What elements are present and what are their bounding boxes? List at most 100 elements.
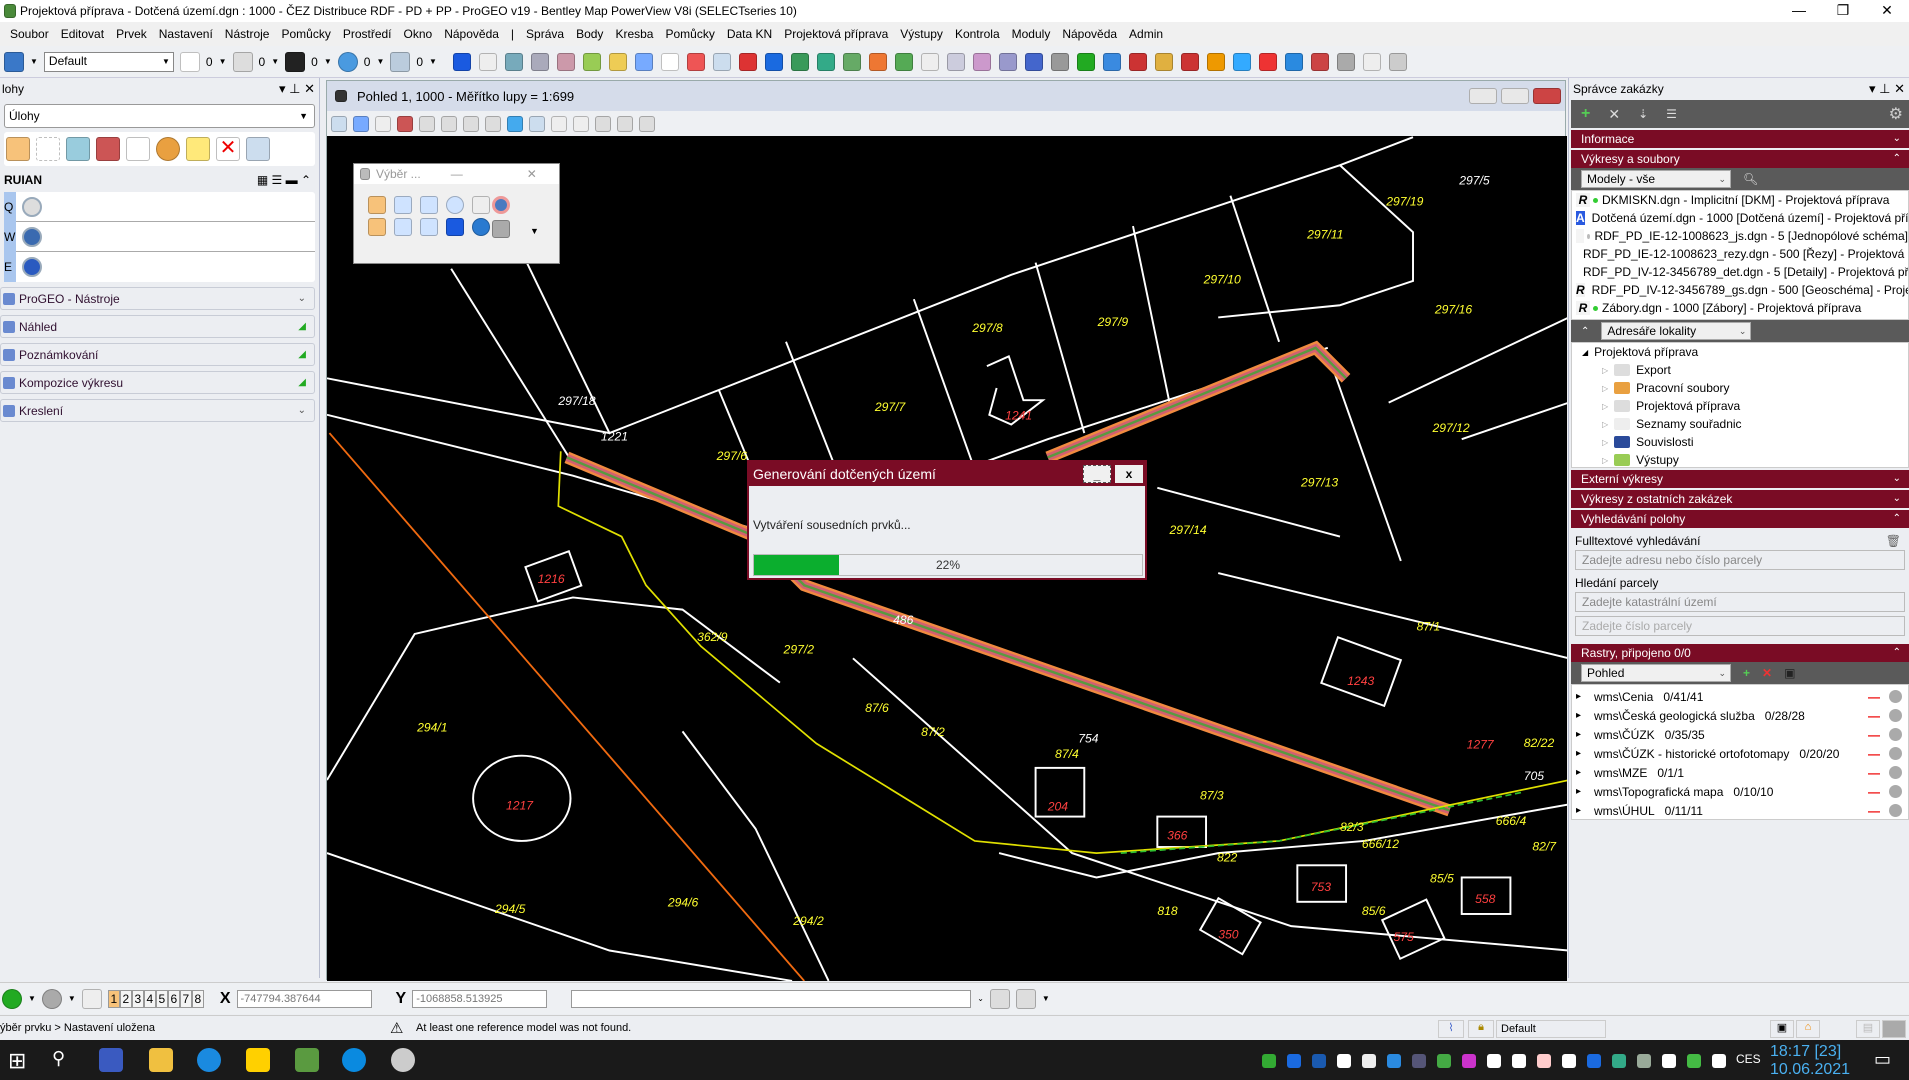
tray-icon[interactable] — [1662, 1054, 1676, 1068]
menu-item[interactable]: Body — [576, 27, 603, 41]
view-number-button[interactable]: 6 — [167, 989, 180, 1008]
view-attributes-icon[interactable] — [331, 115, 347, 132]
notifications-icon[interactable]: ▭ — [1874, 1049, 1891, 1070]
taskbar-app-skype[interactable] — [342, 1048, 366, 1072]
tree-item[interactable]: ▷ Export — [1572, 361, 1908, 379]
x-coordinate-input[interactable]: -747794.387644 — [236, 989, 372, 1008]
snap-icon[interactable] — [989, 988, 1010, 1009]
tray-icon[interactable] — [1687, 1054, 1701, 1068]
copy-view-icon[interactable] — [595, 115, 611, 132]
lights-icon[interactable] — [375, 115, 391, 132]
toolbar-tool-icon[interactable] — [582, 52, 601, 71]
subtract-icon[interactable] — [420, 218, 438, 236]
save-icon[interactable]: ▣ — [1784, 666, 1795, 680]
menu-item[interactable]: Nápověda — [1062, 27, 1117, 41]
taskbar-app-paint[interactable] — [391, 1048, 415, 1072]
menu-item[interactable]: Nápověda — [444, 27, 499, 41]
rotate-icon[interactable] — [507, 115, 523, 132]
save-status-icon[interactable]: ▣ — [1770, 1020, 1794, 1038]
tray-icon[interactable] — [1387, 1054, 1401, 1068]
close-button[interactable]: ✕ — [1865, 0, 1909, 22]
tray-icon[interactable] — [1312, 1054, 1326, 1068]
scale-icon[interactable] — [126, 137, 150, 161]
toolbar-tool-icon[interactable] — [790, 52, 809, 71]
tray-icon[interactable] — [1337, 1054, 1351, 1068]
tray-icon[interactable] — [1537, 1054, 1551, 1068]
remove-icon[interactable]: — — [1868, 728, 1880, 742]
back-icon[interactable] — [2, 988, 22, 1009]
gear-icon[interactable] — [1889, 747, 1902, 760]
dialog-close-button[interactable]: x — [1115, 465, 1143, 483]
document-icon[interactable]: ▤ — [1856, 1020, 1880, 1038]
view-number-button[interactable]: 5 — [155, 989, 168, 1008]
view-restore-button[interactable] — [1501, 88, 1529, 104]
attach-badge[interactable]: R — [1576, 301, 1590, 315]
menu-item[interactable]: Správa — [526, 27, 564, 41]
raster-item[interactable]: wms\MZE0/1/1— — [1572, 763, 1908, 782]
band-search[interactable]: Vyhledávání polohy ⌃ — [1571, 510, 1909, 528]
line-weight-icon[interactable] — [285, 51, 306, 72]
drawing-item[interactable]: RDF_PD_IE-12-1008623_js.dgn - 5 [Jednopó… — [1572, 227, 1908, 245]
toolbar-tool-icon[interactable] — [452, 52, 471, 71]
transparency-icon[interactable] — [337, 51, 358, 72]
tray-icon[interactable] — [1262, 1054, 1276, 1068]
user-icon[interactable] — [1882, 1020, 1906, 1038]
remove-raster-icon[interactable]: ✕ — [1762, 666, 1772, 680]
band-info[interactable]: Informace ⌄ — [1571, 130, 1909, 148]
toolbar-tool-icon[interactable] — [738, 52, 757, 71]
band-other[interactable]: Výkresy z ostatních zakázek ⌄ — [1571, 490, 1909, 508]
tray-icon[interactable] — [1712, 1054, 1726, 1068]
view-minimize-button[interactable] — [1469, 88, 1497, 104]
sort-icon[interactable]: ⇣ — [1638, 107, 1648, 121]
taskbar-app-edge[interactable] — [197, 1048, 221, 1072]
clear-selection-icon[interactable] — [492, 196, 510, 214]
toolbar-tool-icon[interactable] — [1128, 52, 1147, 71]
toolbar-tool-icon[interactable] — [920, 52, 939, 71]
locate-icon[interactable] — [1015, 988, 1036, 1009]
language-indicator[interactable]: CES — [1736, 1052, 1761, 1066]
toolbar-tool-icon[interactable] — [686, 52, 705, 71]
toolbar-tool-icon[interactable] — [1284, 52, 1303, 71]
remove-icon[interactable]: — — [1868, 690, 1880, 704]
tree-root[interactable]: Projektová příprava — [1594, 345, 1698, 359]
menu-item[interactable]: Výstupy — [900, 27, 943, 41]
remove-icon[interactable]: — — [1868, 785, 1880, 799]
home-icon[interactable]: ⌂ — [1796, 1020, 1820, 1038]
bulb-icon[interactable] — [186, 137, 210, 161]
dirs-select[interactable]: Adresáře lokality ⌄ — [1601, 322, 1752, 340]
taskbar-app-save[interactable] — [99, 1048, 123, 1072]
y-coordinate-input[interactable]: -1068858.513925 — [412, 989, 548, 1008]
tree-item[interactable]: ▷ Výstupy — [1572, 451, 1908, 467]
drawing-item[interactable]: R Zábory.dgn - 1000 [Zábory] - Projektová… — [1572, 299, 1908, 317]
remove-icon[interactable]: — — [1868, 747, 1880, 761]
tray-icon[interactable] — [1287, 1054, 1301, 1068]
more-dropdown-icon[interactable]: ▼ — [530, 226, 539, 236]
tray-icon[interactable] — [1362, 1054, 1376, 1068]
active-model[interactable]: Default — [1496, 1020, 1606, 1038]
toolbar-tool-icon[interactable] — [556, 52, 575, 71]
gear-icon[interactable] — [1889, 690, 1902, 703]
toolbar-tool-icon[interactable] — [998, 52, 1017, 71]
zoom-in-icon[interactable] — [419, 115, 435, 132]
menu-item[interactable]: Editovat — [61, 27, 104, 41]
clock-date[interactable]: 10.06.2021 — [1770, 1061, 1850, 1079]
add-raster-icon[interactable]: + — [1743, 666, 1750, 680]
ruian-tool-q[interactable]: Q — [4, 191, 315, 222]
toolbar-tool-icon[interactable] — [634, 52, 653, 71]
tray-icon[interactable] — [1412, 1054, 1426, 1068]
panel-controls[interactable]: ▾ ⊥ ✕ — [1869, 81, 1909, 97]
task-section[interactable]: Kompozice výkresu ◢ — [0, 371, 315, 394]
level-select[interactable]: Default ▼ — [43, 51, 174, 72]
layer-icon[interactable] — [4, 51, 24, 72]
toolbar-tool-icon[interactable] — [608, 52, 627, 71]
minimize-button[interactable]: — — [1777, 0, 1821, 22]
key-in-input[interactable] — [571, 989, 972, 1008]
globe-icon[interactable] — [472, 218, 490, 236]
task-section[interactable]: Kreslení ⌄ — [0, 399, 315, 422]
menu-item[interactable]: Pomůcky — [665, 27, 714, 41]
collapse-icon[interactable]: ⌃ — [1581, 326, 1589, 337]
band-external[interactable]: Externí výkresy ⌄ — [1571, 470, 1909, 488]
display-style-icon[interactable] — [353, 115, 369, 132]
raster-item[interactable]: wms\ČÚZK - historické ortofotomapy0/20/2… — [1572, 744, 1908, 763]
view-number-button[interactable]: 8 — [191, 989, 204, 1008]
